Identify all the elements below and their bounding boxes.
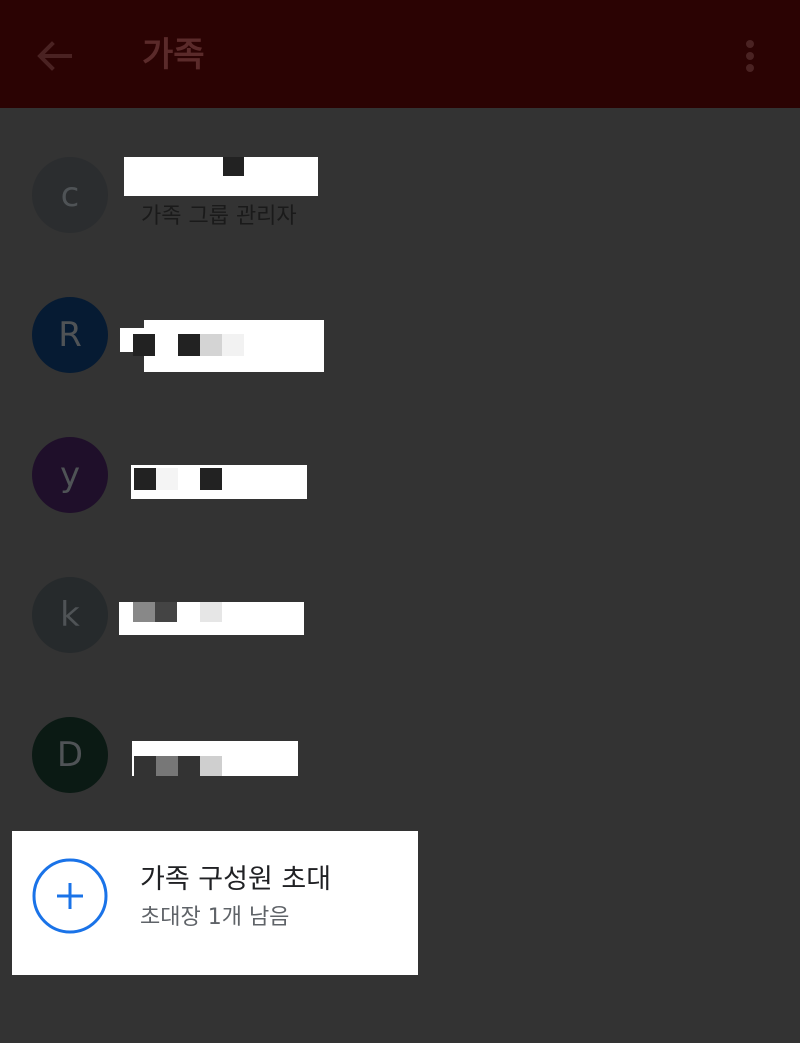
family-screen: 가족 c 가족 그룹 관리자 R y k D 가족 구성원 초대 초대장 1개 … bbox=[0, 0, 800, 1043]
avatar: D bbox=[32, 717, 108, 793]
redaction-block bbox=[133, 334, 155, 356]
member-row[interactable]: c 가족 그룹 관리자 bbox=[0, 135, 800, 255]
member-role: 가족 그룹 관리자 bbox=[141, 204, 297, 229]
member-name-redacted bbox=[131, 465, 307, 499]
redaction-block bbox=[133, 602, 155, 622]
member-row[interactable]: k bbox=[0, 555, 800, 675]
avatar: c bbox=[32, 157, 108, 233]
member-row[interactable]: R bbox=[0, 275, 800, 395]
redaction-block bbox=[200, 756, 222, 776]
avatar: R bbox=[32, 297, 108, 373]
avatar: k bbox=[32, 577, 108, 653]
member-row[interactable]: y bbox=[0, 415, 800, 535]
page-title: 가족 bbox=[142, 35, 205, 75]
redaction-block bbox=[156, 468, 178, 490]
redaction-block bbox=[120, 320, 144, 328]
arrow-left-icon bbox=[37, 41, 72, 71]
top-app-bar: 가족 bbox=[0, 0, 800, 108]
plus-circle-icon bbox=[32, 858, 108, 934]
redaction-block bbox=[200, 468, 222, 490]
more-options-button[interactable] bbox=[734, 32, 766, 80]
redaction-block bbox=[200, 602, 222, 622]
member-name-redacted bbox=[119, 602, 304, 635]
redaction-block bbox=[178, 756, 200, 776]
invite-family-member-button[interactable]: 가족 구성원 초대 초대장 1개 남음 bbox=[12, 831, 418, 975]
member-row[interactable]: D bbox=[0, 695, 800, 815]
redaction-block bbox=[134, 756, 156, 776]
redaction-block bbox=[200, 334, 222, 356]
redaction-block bbox=[223, 157, 244, 176]
member-name-redacted bbox=[120, 320, 324, 372]
redaction-block bbox=[178, 334, 200, 356]
redaction-block bbox=[222, 334, 244, 356]
more-vert-icon bbox=[746, 40, 754, 72]
invite-remaining: 초대장 1개 남음 bbox=[140, 905, 290, 930]
member-name-redacted bbox=[124, 157, 318, 196]
avatar: y bbox=[32, 437, 108, 513]
member-name-redacted bbox=[132, 741, 298, 776]
back-button[interactable] bbox=[30, 32, 78, 80]
redaction-block bbox=[155, 602, 177, 622]
redaction-block bbox=[134, 468, 156, 490]
invite-title: 가족 구성원 초대 bbox=[140, 864, 332, 895]
redaction-block bbox=[156, 756, 178, 776]
